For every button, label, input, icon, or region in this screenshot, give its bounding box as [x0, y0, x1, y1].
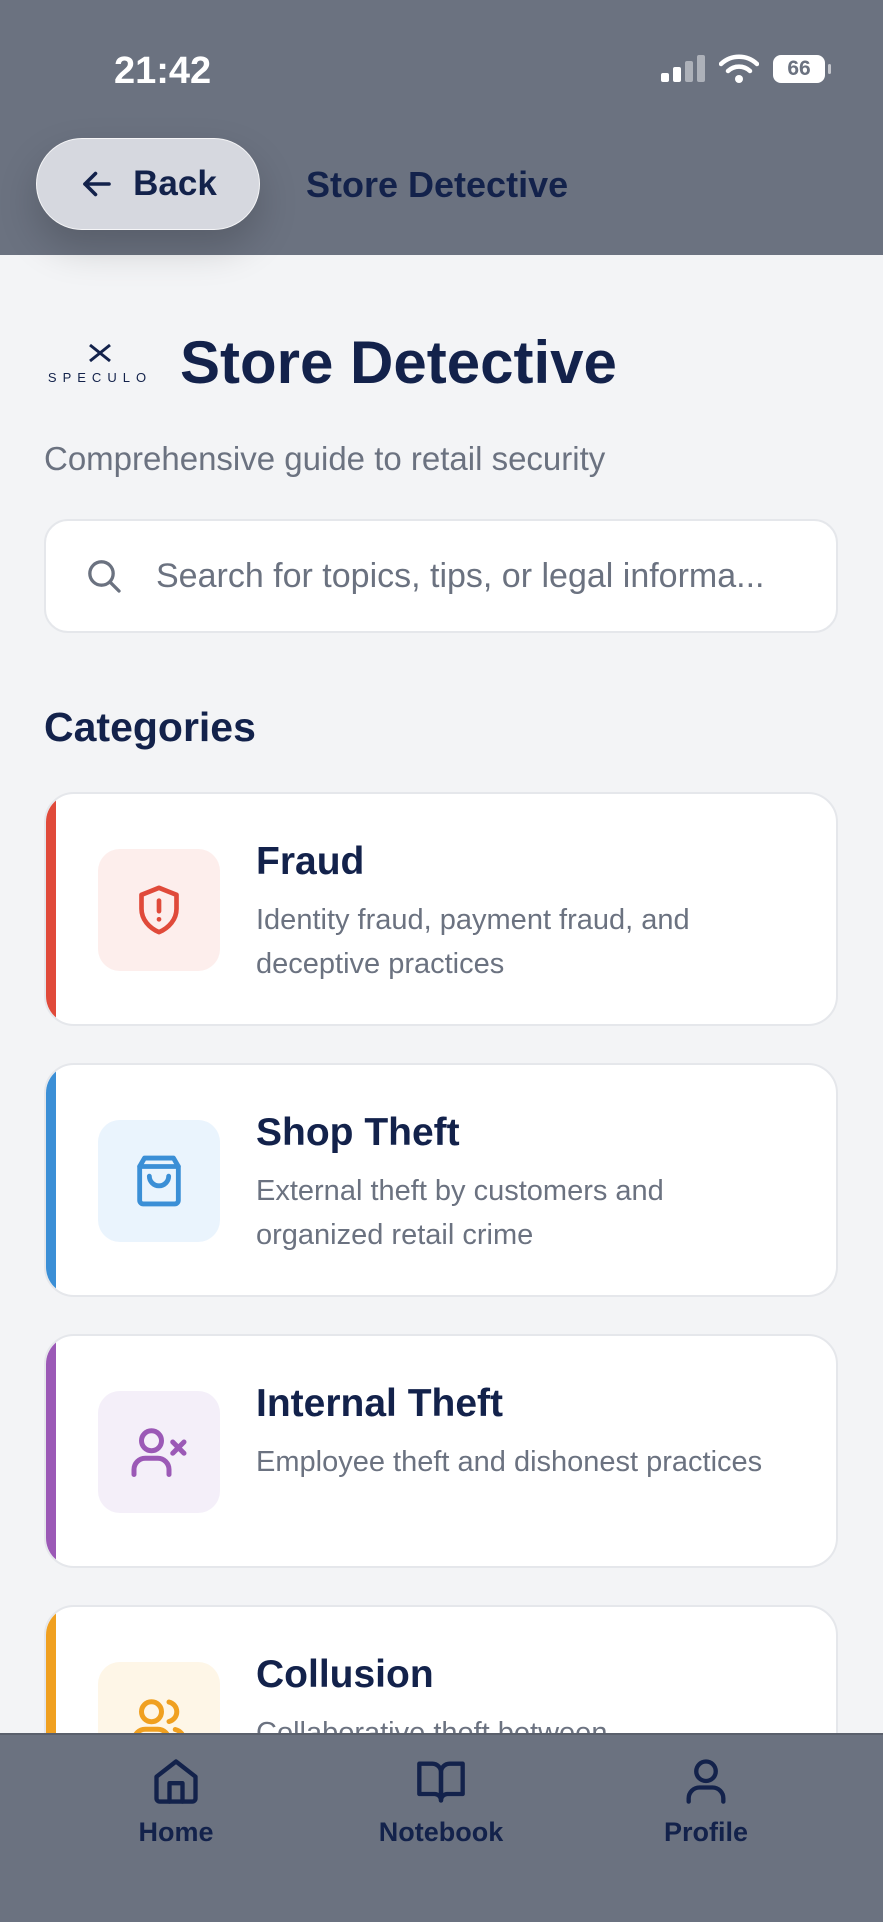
- page-subtitle: Comprehensive guide to retail security: [44, 440, 606, 477]
- nav-item-profile[interactable]: Profile: [606, 1755, 806, 1875]
- book-icon: [417, 1761, 465, 1803]
- card-accent: [46, 1336, 56, 1566]
- speculo-logo: SPECULO: [48, 343, 152, 385]
- card-description: External theft by customers and organize…: [256, 1175, 664, 1251]
- wifi-icon: [719, 54, 759, 83]
- top-header: 21:42 66 Back Store Detective: [0, 0, 883, 255]
- card-accent: [46, 1065, 56, 1295]
- status-icons: 66: [661, 54, 831, 84]
- categories-heading: Categories: [44, 704, 256, 750]
- card-description: Identity fraud, payment fraud, and decep…: [256, 904, 690, 980]
- search-bar[interactable]: [44, 519, 838, 633]
- back-label: Back: [133, 164, 217, 203]
- shopping-bag-icon: [137, 1155, 181, 1207]
- bottom-nav: Home Notebook Profile: [0, 1733, 883, 1922]
- search-icon: [88, 560, 121, 593]
- nav-item-notebook[interactable]: Notebook: [341, 1755, 541, 1875]
- header-title: Store Detective: [306, 164, 569, 205]
- card-title: Collusion: [256, 1653, 434, 1696]
- shield-alert-icon: [139, 885, 179, 935]
- status-time: 21:42: [114, 50, 212, 92]
- card-icon-box: [98, 849, 220, 971]
- page-title: Store Detective: [180, 329, 617, 396]
- nav-label: Home: [138, 1817, 214, 1847]
- battery-indicator: 66: [773, 55, 831, 83]
- user-icon: [686, 1759, 726, 1804]
- category-card-internal-theft[interactable]: Internal Theft Employee theft and dishon…: [44, 1334, 838, 1568]
- card-title: Fraud: [256, 840, 365, 883]
- back-button[interactable]: Back: [36, 138, 260, 230]
- card-accent: [46, 794, 56, 1024]
- category-card-fraud[interactable]: Fraud Identity fraud, payment fraud, and…: [44, 792, 838, 1026]
- search-input[interactable]: [154, 555, 818, 597]
- nav-label: Profile: [663, 1817, 749, 1847]
- logo-text: SPECULO: [48, 370, 152, 385]
- cellular-signal-icon: [661, 55, 705, 82]
- card-description: Employee theft and dishonest practices: [256, 1446, 763, 1478]
- category-card-shop-theft[interactable]: Shop Theft External theft by customers a…: [44, 1063, 838, 1297]
- card-title: Internal Theft: [256, 1382, 504, 1425]
- arrow-left-icon: [83, 171, 111, 197]
- card-icon-box: [98, 1391, 220, 1513]
- home-icon: [154, 1759, 198, 1804]
- nav-label: Notebook: [378, 1817, 504, 1847]
- card-title: Shop Theft: [256, 1111, 460, 1154]
- user-x-icon: [131, 1428, 187, 1477]
- card-icon-box: [98, 1120, 220, 1242]
- nav-item-home[interactable]: Home: [76, 1755, 276, 1875]
